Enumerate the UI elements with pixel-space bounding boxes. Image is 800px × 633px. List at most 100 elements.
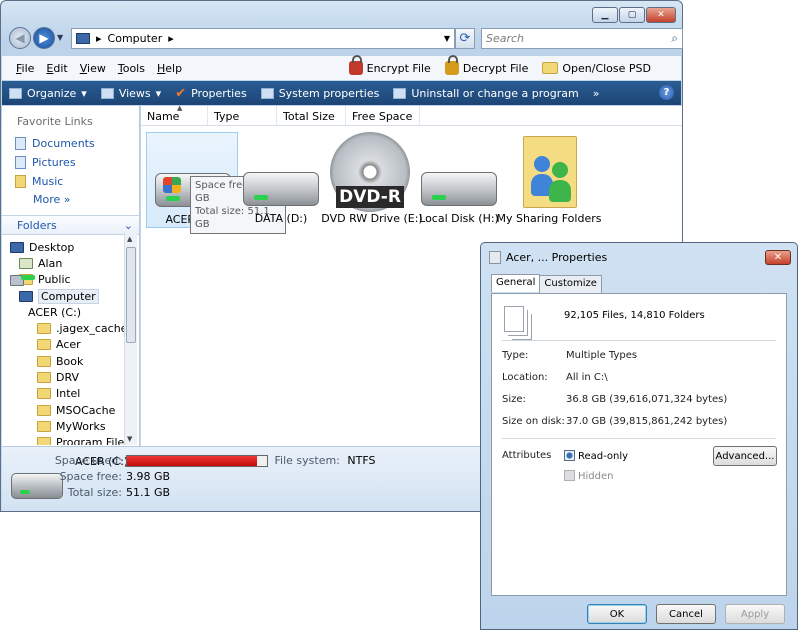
address-dropdown-icon[interactable]: ▼ — [444, 34, 450, 43]
dialog-tabs: General Customize — [491, 274, 602, 293]
favorite-link-music[interactable]: Music — [2, 172, 139, 191]
location-label: Location: — [502, 372, 548, 383]
favorite-links-more[interactable]: More » — [2, 191, 139, 208]
drive-local-h[interactable]: Local Disk (H:) — [413, 132, 505, 228]
tree-item[interactable]: Book — [2, 353, 139, 369]
column-name[interactable]: ▲ Name — [141, 104, 208, 125]
details-space-used: Space used: File system: NTFS — [54, 454, 376, 467]
breadcrumb-separator-icon[interactable]: ▸ — [96, 32, 102, 45]
tab-general[interactable]: General — [491, 274, 541, 292]
help-icon[interactable]: ? — [659, 85, 674, 100]
folder-tree-scrollbar[interactable]: ▲ ▼ — [124, 233, 137, 445]
tree-item[interactable]: Alan — [2, 255, 139, 271]
drive-data-d[interactable]: DATA (D:) — [235, 132, 327, 228]
tree-item-label: MSOCache — [56, 403, 116, 417]
search-input[interactable]: Search ⌕ — [481, 28, 683, 49]
folder-icon — [37, 323, 51, 335]
tab-customize[interactable]: Customize — [539, 275, 602, 293]
readonly-checkbox[interactable]: Read-only — [564, 450, 628, 462]
tree-item[interactable]: Intel — [2, 386, 139, 402]
my-sharing-folders[interactable]: My Sharing Folders — [497, 132, 601, 228]
breadcrumb-computer[interactable]: Computer — [108, 32, 163, 45]
hard-drive-icon — [421, 172, 497, 206]
folder-icon — [542, 62, 559, 74]
chevron-down-icon: ▾ — [155, 86, 162, 100]
menu-edit[interactable]: Edit — [40, 62, 73, 75]
encrypt-file-button[interactable]: Encrypt File — [348, 55, 431, 75]
menu-view[interactable]: View — [74, 62, 112, 75]
favorite-link-pictures[interactable]: Pictures — [2, 153, 139, 172]
tree-item[interactable]: Acer — [2, 337, 139, 353]
column-free-space[interactable]: Free Space — [346, 106, 420, 125]
address-bar[interactable]: ▸ Computer ▸ ▼ — [71, 28, 455, 49]
window-caption-buttons: ▁ ▢ ✕ — [592, 7, 676, 23]
size-on-disk-label: Size on disk: — [502, 416, 565, 427]
chevron-down-icon: ▾ — [81, 86, 87, 100]
search-placeholder: Search — [486, 32, 525, 45]
views-button[interactable]: Views ▾ — [94, 81, 168, 105]
checkbox-indeterminate-icon[interactable] — [564, 450, 575, 461]
command-bar: Organize ▾ Views ▾ ✔ Properties System p… — [2, 81, 681, 105]
location-value: All in C:\ — [566, 372, 608, 383]
folder-icon — [37, 420, 51, 432]
file-system-value: NTFS — [347, 454, 376, 467]
tree-item[interactable]: .jagex_cache_ — [2, 320, 139, 336]
advanced-button[interactable]: Advanced... — [713, 446, 777, 466]
recent-pages-dropdown[interactable]: ▼ — [57, 33, 63, 42]
maximize-button[interactable]: ▢ — [619, 7, 645, 23]
menu-tools[interactable]: Tools — [112, 62, 151, 75]
refresh-button[interactable]: ⟳ — [455, 28, 475, 49]
folders-header[interactable]: Folders ⌄ — [2, 215, 139, 235]
general-tab-panel: 92,105 Files, 14,810 Folders Type: Multi… — [491, 293, 787, 596]
scroll-down-icon[interactable]: ▼ — [127, 435, 132, 443]
back-button[interactable]: ◀ — [9, 27, 31, 49]
tree-item-label: Alan — [38, 256, 63, 270]
breadcrumb-chevron-icon[interactable]: ▸ — [168, 32, 174, 45]
tree-item[interactable]: MSOCache — [2, 402, 139, 418]
sort-arrow-icon: ▲ — [177, 104, 183, 112]
forward-button[interactable]: ▶ — [33, 27, 55, 49]
size-label: Size: — [502, 394, 526, 405]
open-close-psd-button[interactable]: Open/Close PSD — [542, 62, 651, 75]
column-headers: ▲ Name Type Total Size Free Space — [141, 104, 682, 126]
decrypt-file-button[interactable]: Decrypt File — [444, 55, 528, 75]
uninstall-program-button[interactable]: Uninstall or change a program — [386, 81, 585, 105]
computer-icon — [19, 290, 33, 302]
menu-file[interactable]: File — [2, 62, 40, 75]
close-button[interactable]: ✕ — [646, 7, 676, 23]
tree-item[interactable]: Program Files — [2, 435, 139, 445]
files-folders-summary: 92,105 Files, 14,810 Folders — [564, 310, 705, 321]
search-icon[interactable]: ⌕ — [671, 31, 678, 46]
scrollbar-thumb[interactable] — [126, 247, 136, 343]
minimize-button[interactable]: ▁ — [592, 7, 618, 23]
dialog-close-button[interactable]: ✕ — [765, 250, 791, 265]
pictures-icon — [15, 156, 26, 169]
space-used-bar — [126, 455, 268, 467]
tree-item[interactable]: MyWorks — [2, 418, 139, 434]
divider — [502, 438, 776, 439]
favorite-link-documents[interactable]: Documents — [2, 134, 139, 153]
tree-item[interactable]: Computer — [2, 288, 139, 304]
column-type[interactable]: Type — [208, 106, 277, 125]
tree-item-label: Acer — [56, 338, 81, 352]
tree-item[interactable]: Desktop — [2, 239, 139, 255]
programs-icon — [393, 87, 407, 99]
folder-icon — [37, 437, 51, 445]
tree-item[interactable]: ACER (C:) — [2, 275, 139, 320]
menu-help[interactable]: Help — [151, 62, 188, 75]
tree-item-label: DRV — [56, 371, 80, 385]
folder-icon — [37, 355, 51, 367]
system-properties-button[interactable]: System properties — [254, 81, 387, 105]
scroll-up-icon[interactable]: ▲ — [127, 235, 132, 243]
tree-item[interactable]: DRV — [2, 369, 139, 385]
more-commands-button[interactable]: » — [586, 81, 607, 105]
organize-button[interactable]: Organize ▾ — [2, 81, 94, 105]
column-total-size[interactable]: Total Size — [277, 106, 346, 125]
properties-button[interactable]: ✔ Properties — [168, 81, 254, 105]
details-space-free: Space free: 3.98 GB — [59, 470, 171, 483]
size-on-disk-value: 37.0 GB (39,815,861,242 bytes) — [566, 416, 728, 427]
cancel-button[interactable]: Cancel — [656, 604, 716, 624]
drive-icon — [10, 275, 35, 286]
ok-button[interactable]: OK — [587, 604, 647, 624]
tree-item-label: Desktop — [29, 240, 75, 254]
